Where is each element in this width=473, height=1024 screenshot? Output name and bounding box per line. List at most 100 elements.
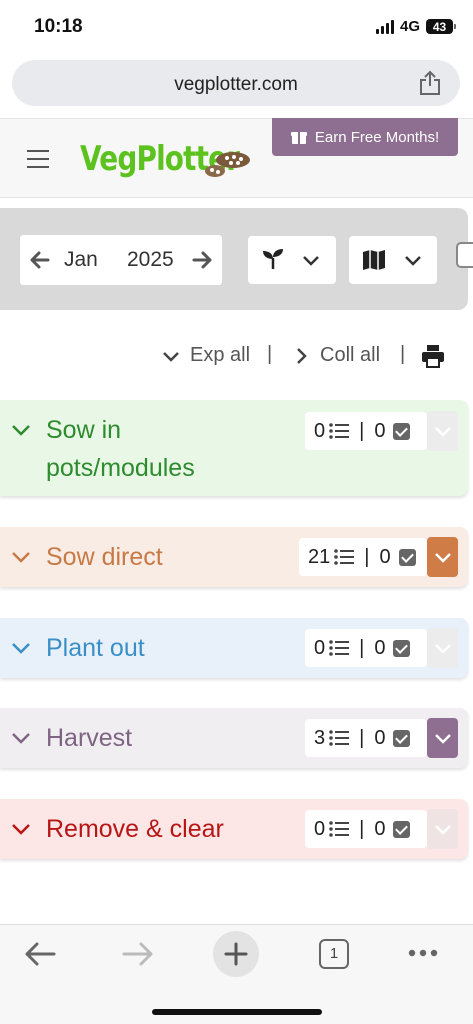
- section-remove-clear[interactable]: Remove & clear 0 | 0: [0, 799, 468, 859]
- section-toggle-button[interactable]: [427, 411, 458, 451]
- battery-icon: 43: [426, 19, 456, 34]
- task-count: 0: [314, 817, 326, 840]
- section-title: Remove & clear: [46, 815, 224, 843]
- separator: |: [400, 343, 406, 365]
- more-icon[interactable]: [408, 949, 438, 957]
- counter-separator: |: [359, 817, 365, 840]
- plant-filter-dropdown[interactable]: [248, 236, 336, 284]
- new-tab-button[interactable]: [213, 931, 259, 977]
- section-sow-direct[interactable]: Sow direct 21 | 0: [0, 527, 468, 587]
- counter-separator: |: [359, 726, 365, 749]
- list-icon: [329, 821, 350, 837]
- network-type: 4G: [399, 18, 420, 35]
- browser-toolbar: vegplotter.com: [0, 56, 473, 118]
- collapse-all-button[interactable]: Coll all: [292, 344, 380, 367]
- section-toggle-button[interactable]: [427, 809, 458, 849]
- expand-all-button[interactable]: Exp all: [162, 344, 250, 367]
- date-filter-toolbar: Jan 2025: [0, 208, 468, 310]
- address-bar[interactable]: vegplotter.com: [12, 60, 460, 106]
- done-count: 0: [374, 817, 386, 840]
- counter-separator: |: [359, 636, 365, 659]
- toolbar-checkbox[interactable]: [456, 242, 473, 268]
- section-title: Harvest: [46, 724, 133, 752]
- section-toggle-button[interactable]: [427, 537, 458, 577]
- signal-icon: [375, 19, 394, 34]
- done-count: 0: [374, 726, 386, 749]
- list-icon: [329, 640, 350, 656]
- chevron-down-icon: [434, 644, 451, 654]
- chevron-down-icon: [434, 427, 451, 437]
- task-counter: 0 | 0: [305, 412, 427, 450]
- menu-icon[interactable]: [27, 150, 49, 168]
- chevron-down-icon: [163, 351, 179, 362]
- list-icon: [329, 730, 350, 746]
- earn-free-months-label: Earn Free Months!: [314, 128, 440, 146]
- chevron-down-icon: [405, 256, 421, 266]
- battery-level: 43: [432, 19, 447, 34]
- section-title: Sow direct: [46, 543, 163, 571]
- plus-icon: [224, 942, 248, 966]
- expand-all-label: Exp all: [190, 344, 251, 366]
- collapse-all-label: Coll all: [320, 344, 381, 366]
- task-count: 3: [314, 726, 326, 749]
- status-bar: 10:18 4G 43: [0, 0, 473, 56]
- section-sow-in-pots[interactable]: Sow in pots/modules 0 | 0: [0, 400, 468, 496]
- separator: |: [267, 343, 273, 365]
- done-count: 0: [379, 545, 391, 568]
- task-count: 0: [314, 636, 326, 659]
- chevron-down-icon[interactable]: [10, 546, 32, 568]
- chevron-down-icon[interactable]: [10, 419, 32, 441]
- arrow-left-icon[interactable]: [27, 248, 51, 272]
- chevron-down-icon: [434, 825, 451, 835]
- counter-separator: |: [364, 545, 370, 568]
- section-harvest[interactable]: Harvest 3 | 0: [0, 708, 468, 768]
- checkbox-checked-icon: [393, 820, 411, 838]
- section-title: Sow in pots/modules: [46, 416, 195, 482]
- section-toggle-button[interactable]: [427, 628, 458, 668]
- url-text[interactable]: vegplotter.com: [12, 74, 460, 96]
- checkbox-checked-icon: [398, 548, 416, 566]
- section-title: Plant out: [46, 634, 145, 662]
- counter-separator: |: [359, 419, 365, 442]
- back-icon[interactable]: [24, 941, 56, 967]
- task-counter: 0 | 0: [305, 629, 427, 667]
- print-icon[interactable]: [421, 344, 445, 368]
- done-count: 0: [374, 636, 386, 659]
- map-icon: [363, 250, 385, 270]
- chevron-down-icon: [303, 256, 319, 266]
- chevron-down-icon: [434, 734, 451, 744]
- chevron-down-icon: [434, 553, 451, 563]
- chevron-down-icon[interactable]: [10, 727, 32, 749]
- task-count: 21: [308, 545, 331, 568]
- forward-icon[interactable]: [122, 941, 154, 967]
- checkbox-checked-icon: [393, 422, 411, 440]
- status-time: 10:18: [34, 16, 83, 37]
- list-icon: [334, 549, 355, 565]
- seedling-icon: [263, 249, 283, 269]
- status-indicators: 4G 43: [375, 18, 456, 35]
- chevron-down-icon[interactable]: [10, 818, 32, 840]
- list-icon: [329, 423, 350, 439]
- arrow-right-icon[interactable]: [191, 248, 215, 272]
- chevron-right-icon: [297, 347, 307, 364]
- gift-icon: [290, 132, 307, 144]
- month-picker: Jan 2025: [20, 235, 222, 285]
- year-label[interactable]: 2025: [127, 248, 174, 272]
- boot-print-icon: [205, 152, 250, 177]
- checkbox-checked-icon: [393, 639, 411, 657]
- expand-collapse-controls: Exp all | Coll all |: [0, 340, 473, 370]
- browser-bottom-bar: 1: [0, 924, 473, 1024]
- share-icon[interactable]: [418, 70, 442, 96]
- task-counter: 21 | 0: [299, 538, 427, 576]
- checkbox-checked-icon: [393, 729, 411, 747]
- month-label[interactable]: Jan: [64, 248, 98, 272]
- section-toggle-button[interactable]: [427, 718, 458, 758]
- chevron-down-icon[interactable]: [10, 637, 32, 659]
- task-counter: 3 | 0: [305, 719, 427, 757]
- task-count: 0: [314, 419, 326, 442]
- map-filter-dropdown[interactable]: [349, 236, 437, 284]
- tab-switcher-button[interactable]: 1: [319, 939, 349, 969]
- task-counter: 0 | 0: [305, 810, 427, 848]
- earn-free-months-button[interactable]: Earn Free Months!: [272, 118, 458, 156]
- section-plant-out[interactable]: Plant out 0 | 0: [0, 618, 468, 678]
